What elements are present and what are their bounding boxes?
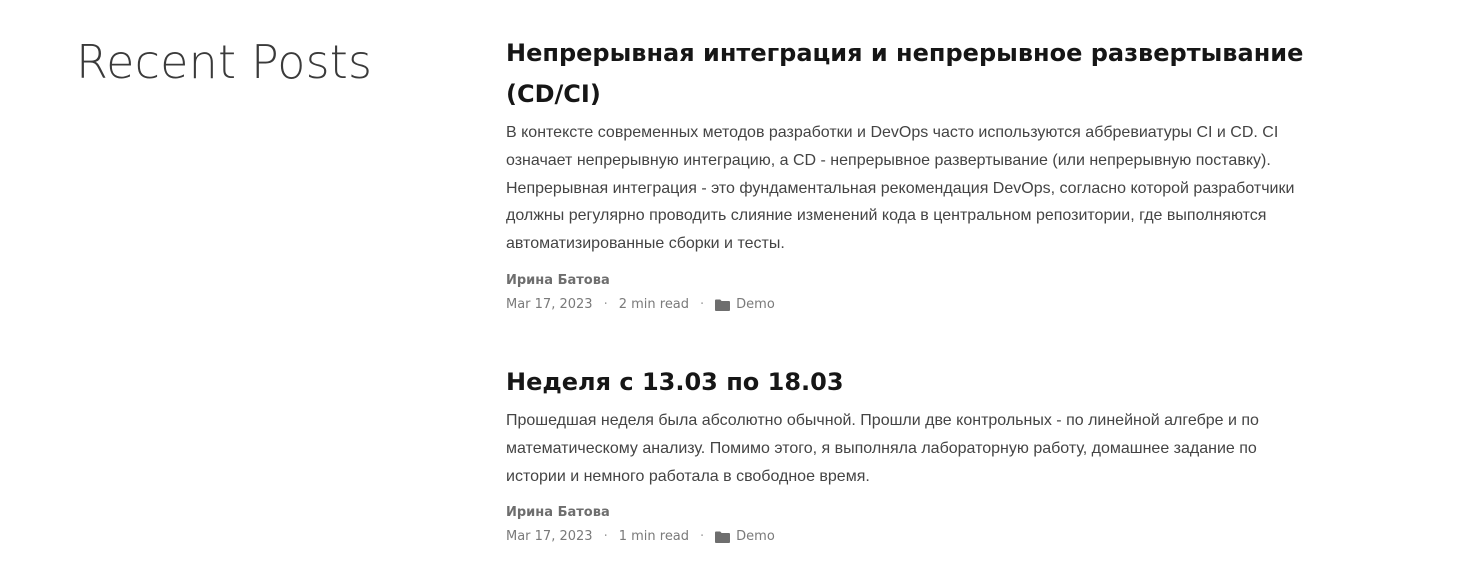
post-title-link[interactable]: Непрерывная интеграция и непрерывное раз…	[506, 33, 1326, 115]
post-excerpt: В контексте современных методов разработ…	[506, 124, 1295, 253]
post-author-link[interactable]: Ирина Батова	[506, 503, 1326, 523]
post-item: Неделя с 13.03 по 18.03 Прошедшая неделя…	[506, 362, 1326, 547]
post-date: Mar 17, 2023	[506, 296, 593, 312]
meta-separator: ·	[700, 296, 705, 312]
post-excerpt: Прошедшая неделя была абсолютно обычной.…	[506, 412, 1259, 485]
post-meta: Mar 17, 2023 · 2 min read · Demo	[506, 295, 1326, 315]
post-meta: Mar 17, 2023 · 1 min read · Demo	[506, 527, 1326, 547]
post-category-link[interactable]: Demo	[736, 295, 775, 315]
post-date: Mar 17, 2023	[506, 529, 593, 545]
meta-separator: ·	[603, 296, 608, 312]
post-title-link[interactable]: Неделя с 13.03 по 18.03	[506, 362, 1326, 403]
folder-icon	[715, 299, 731, 311]
post-item: Непрерывная интеграция и непрерывное раз…	[506, 33, 1326, 315]
post-category-link[interactable]: Demo	[736, 527, 775, 547]
meta-separator: ·	[603, 529, 608, 545]
post-read-time: 1 min read	[618, 529, 690, 545]
folder-icon	[715, 531, 731, 544]
page-title: Recent Posts	[76, 35, 373, 89]
post-author-link[interactable]: Ирина Батова	[506, 271, 1326, 291]
post-read-time: 2 min read	[618, 296, 690, 312]
meta-separator: ·	[700, 529, 705, 545]
